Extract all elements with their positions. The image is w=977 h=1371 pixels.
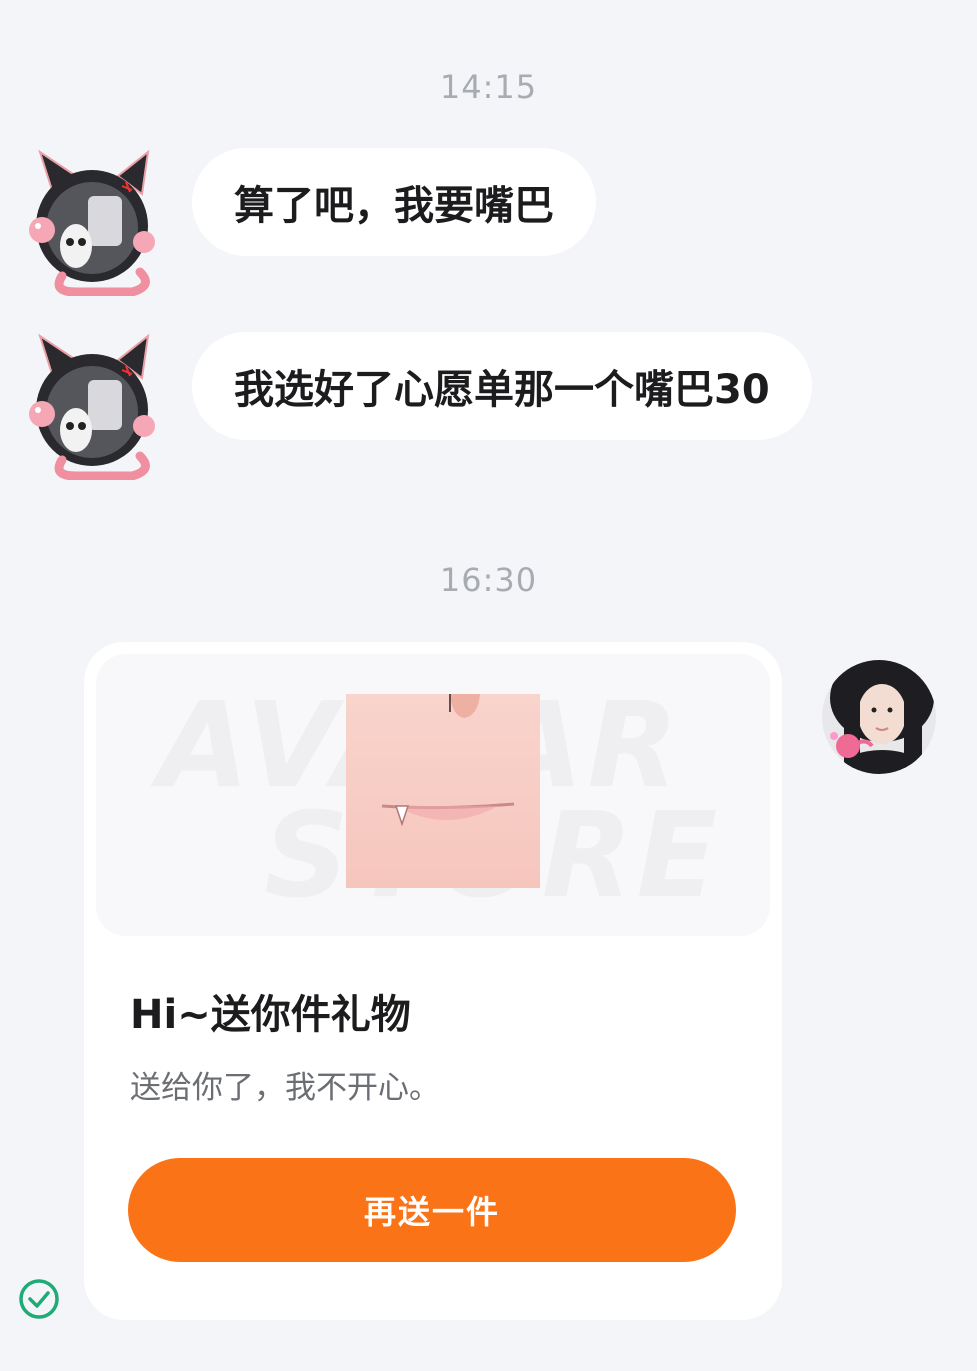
cat-frame-avatar-icon: [29, 333, 155, 481]
contact-avatar[interactable]: [22, 330, 158, 481]
message-bubble[interactable]: 我选好了心愿单那一个嘴巴30: [192, 332, 812, 440]
contact-avatar[interactable]: [22, 146, 158, 297]
timestamp: 16:30: [439, 561, 538, 599]
user-photo-avatar-icon: [822, 660, 936, 774]
gift-description: 送给你了，我不开心。: [130, 1070, 440, 1106]
send-again-button[interactable]: 再送一件: [128, 1158, 736, 1262]
mouth-item-image: [346, 694, 540, 888]
cat-frame-avatar-icon: [29, 149, 155, 297]
self-avatar[interactable]: [820, 658, 938, 776]
check-circle-icon: [19, 1279, 59, 1319]
gift-title: Hi~送你件礼物: [130, 992, 411, 1038]
gift-preview: AVATAR STORE: [96, 654, 770, 936]
timestamp: 14:15: [439, 68, 538, 106]
message-bubble[interactable]: 算了吧，我要嘴巴: [192, 148, 596, 256]
gift-card[interactable]: AVATAR STORE Hi~送你件礼物 送给你了，我不开心。 再送一件: [84, 642, 782, 1320]
